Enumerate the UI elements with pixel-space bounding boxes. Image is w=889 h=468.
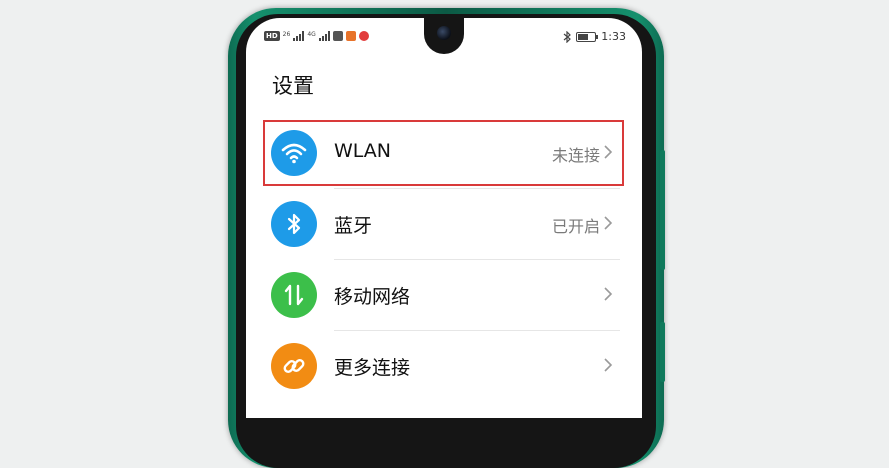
signal-icon-2 bbox=[318, 31, 330, 41]
chevron-right-icon bbox=[604, 287, 613, 301]
camera-notch bbox=[424, 18, 464, 54]
chevron-right-icon bbox=[604, 216, 613, 230]
volume-button bbox=[660, 150, 665, 270]
notification-app-icon-1 bbox=[332, 31, 343, 41]
notification-app-icon-2 bbox=[345, 31, 356, 41]
power-button bbox=[660, 322, 665, 382]
settings-item-label: 蓝牙 bbox=[334, 215, 373, 237]
notification-app-icon-3 bbox=[358, 31, 369, 41]
settings-item-more-connections[interactable]: 更多连接 bbox=[246, 331, 642, 401]
status-right: 1:33 bbox=[563, 30, 626, 43]
network-type-2: 4G bbox=[307, 31, 316, 38]
settings-item-bluetooth[interactable]: 蓝牙 已开启 bbox=[246, 189, 642, 259]
phone-screen: HD 26 4G 1:33 设置 WLAN 未连接 蓝牙 已开启 移动网络 更多… bbox=[246, 18, 642, 418]
mobile-data-icon bbox=[271, 272, 317, 318]
network-type-1: 26 bbox=[282, 31, 291, 38]
settings-item-label: 更多连接 bbox=[334, 357, 411, 379]
hd-badge: HD bbox=[264, 31, 280, 41]
clock: 1:33 bbox=[601, 30, 626, 43]
bluetooth-status-icon bbox=[563, 30, 572, 43]
settings-item-label: 移动网络 bbox=[334, 286, 411, 308]
page-title: 设置 bbox=[272, 74, 314, 98]
settings-item-status: 已开启 bbox=[551, 217, 600, 236]
status-left: HD 26 4G bbox=[264, 31, 369, 41]
chevron-right-icon bbox=[604, 358, 613, 372]
settings-item-mobile-network[interactable]: 移动网络 bbox=[246, 260, 642, 330]
front-camera bbox=[437, 26, 451, 40]
signal-icon bbox=[293, 31, 305, 41]
battery-icon bbox=[576, 31, 599, 42]
wlan-highlight-box bbox=[263, 120, 624, 186]
link-icon bbox=[271, 343, 317, 389]
bluetooth-icon bbox=[271, 201, 317, 247]
